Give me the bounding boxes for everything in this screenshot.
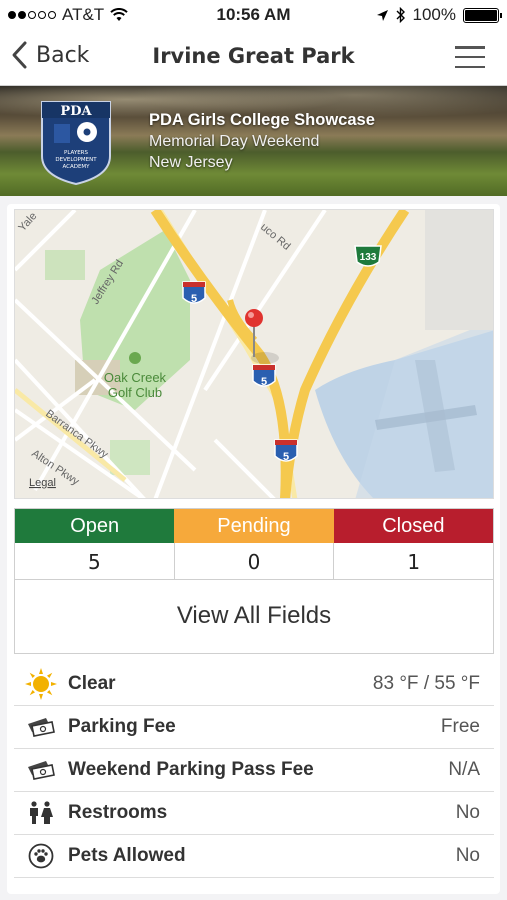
map-label-golfclub: Golf Club xyxy=(108,385,162,400)
parking-fee-row: Parking Fee Free xyxy=(14,706,494,749)
open-count: 5 xyxy=(15,543,175,581)
event-title: PDA Girls College Showcase xyxy=(149,111,375,129)
event-subtitle: Memorial Day Weekend xyxy=(149,133,320,150)
location-arrow-icon xyxy=(376,9,388,21)
status-headers: Open Pending Closed xyxy=(15,509,493,543)
navigation-bar: Back Irvine Great Park xyxy=(0,30,507,86)
logo-text: PDA xyxy=(60,104,92,119)
open-header: Open xyxy=(15,509,175,543)
battery-icon xyxy=(463,7,502,23)
status-counts: 5 0 1 xyxy=(15,543,493,581)
view-all-fields-button[interactable]: View All Fields xyxy=(14,580,494,654)
ticket-icon xyxy=(28,761,55,780)
state-route-133-shield: 133 xyxy=(354,245,382,267)
hamburger-menu-icon[interactable] xyxy=(455,46,485,68)
fields-status-table: Open Pending Closed 5 0 1 xyxy=(14,508,494,581)
weekend-pass-row: Weekend Parking Pass Fee N/A xyxy=(14,749,494,792)
svg-text:5: 5 xyxy=(261,376,267,388)
weather-label: Clear xyxy=(68,673,116,694)
restroom-icon xyxy=(30,801,53,824)
restrooms-label: Restrooms xyxy=(68,802,168,823)
bluetooth-icon xyxy=(396,7,405,23)
pending-header: Pending xyxy=(174,509,334,543)
restrooms-value: No xyxy=(455,802,480,823)
svg-text:DEVELOPMENT: DEVELOPMENT xyxy=(55,157,97,163)
back-label: Back xyxy=(36,42,90,68)
svg-text:PLAYERS: PLAYERS xyxy=(64,150,88,156)
pda-logo: PDA PLAYERS DEVELOPMENT ACADEMY xyxy=(41,101,111,186)
weather-row: Clear 83 °F / 55 °F xyxy=(14,663,494,706)
status-bar: AT&T 10:56 AM 100% xyxy=(0,0,507,30)
map-label-oakcreek: Oak Creek xyxy=(104,370,167,385)
weekend-pass-value: N/A xyxy=(448,759,480,780)
svg-text:5: 5 xyxy=(191,293,197,305)
status-right: 100% xyxy=(376,5,502,25)
closed-count: 1 xyxy=(407,550,421,574)
pending-count: 0 xyxy=(175,543,335,581)
svg-text:133: 133 xyxy=(360,252,377,263)
paw-icon xyxy=(28,843,54,869)
pets-label: Pets Allowed xyxy=(68,845,186,866)
event-location: New Jersey xyxy=(149,154,233,171)
battery-percent: 100% xyxy=(412,5,456,24)
ticket-icon xyxy=(28,718,55,737)
weather-value: 83 °F / 55 °F xyxy=(372,673,480,694)
park-info-list: Clear 83 °F / 55 °F Parking Fee Free Wee… xyxy=(14,663,494,878)
parking-fee-label: Parking Fee xyxy=(68,716,176,737)
pets-row: Pets Allowed No xyxy=(14,835,494,878)
svg-text:ACADEMY: ACADEMY xyxy=(62,164,90,170)
back-button[interactable]: Back xyxy=(10,40,89,70)
svg-text:5: 5 xyxy=(283,451,289,463)
event-info: PDA Girls College Showcase Memorial Day … xyxy=(149,110,375,173)
chevron-left-icon xyxy=(12,41,27,69)
parking-fee-value: Free xyxy=(440,716,480,737)
restrooms-row: Restrooms No xyxy=(14,792,494,835)
sun-icon xyxy=(25,668,57,700)
park-map[interactable]: Yale Jeffrey Rd uco Rd Oak Creek Golf Cl… xyxy=(14,209,494,499)
pets-value: No xyxy=(455,845,480,866)
map-legal-link: Legal xyxy=(29,477,56,489)
weekend-pass-label: Weekend Parking Pass Fee xyxy=(68,759,314,780)
closed-header: Closed xyxy=(333,509,493,543)
